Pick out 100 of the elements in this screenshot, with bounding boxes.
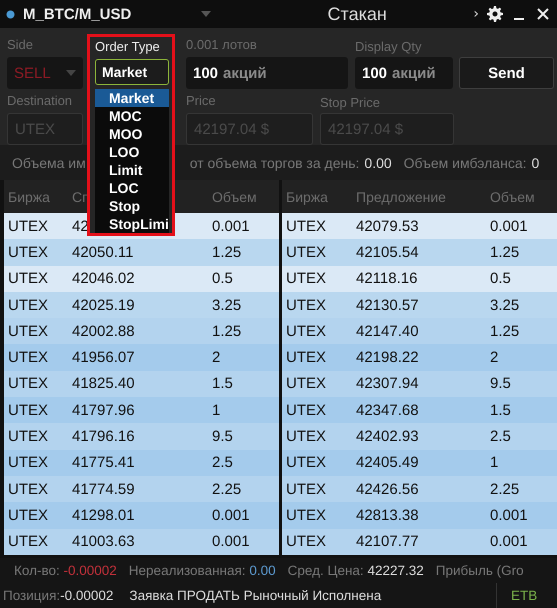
table-cell-text: UTEX — [285, 506, 326, 524]
table-cell-text: 1.5 — [489, 402, 511, 419]
table-cell-text: 0.001 — [489, 218, 528, 235]
table-cell-text: UTEX — [7, 480, 48, 498]
table-cell-text: 1.25 — [211, 322, 242, 340]
table-cell-text: UTEX — [7, 244, 48, 261]
display-qty-field[interactable]: 100 акций — [355, 57, 453, 89]
table-cell-text: UTEX — [285, 402, 326, 419]
dropdown-option[interactable]: MOC — [95, 107, 169, 125]
caret-icon — [66, 70, 76, 76]
dropdown-option[interactable]: Limit — [95, 161, 169, 179]
settings-icon[interactable] — [487, 6, 503, 22]
table-cell-text: 9.5 — [489, 375, 511, 392]
table-cell-text: 42426.56 — [355, 480, 419, 498]
table-cell-text: 41825.40 — [71, 375, 135, 392]
imbalance-value: 0 — [532, 154, 540, 170]
table-cell-text: 41774.59 — [71, 480, 135, 498]
symbol-label[interactable]: M_BTC/M_USD — [23, 6, 193, 22]
caret-icon[interactable] — [201, 11, 211, 17]
table-cell-text: UTEX — [285, 270, 326, 288]
table-cell-text: 42118.16 — [355, 270, 418, 288]
table-cell-text: 42002.88 — [71, 322, 135, 340]
dropdown-option[interactable]: Stop — [95, 197, 169, 215]
table-cell-text: UTEX — [7, 322, 48, 340]
table-cell-text: UTEX — [285, 296, 326, 314]
table-cell-text: 0.001 — [489, 506, 528, 524]
table-cell-text: 2.25 — [489, 480, 520, 498]
table-cell-text: 1 — [489, 454, 498, 472]
table-cell-text: UTEX — [7, 506, 48, 524]
close-icon[interactable] — [535, 6, 551, 22]
table-cell-text: 0.001 — [489, 533, 528, 550]
table-cell-text: 41796.16 — [71, 428, 135, 446]
field-label: Order Type — [95, 38, 161, 56]
imbalance-label: Объем имбэланса: — [404, 154, 526, 170]
imbalance-text: от объема торгов за день: — [190, 154, 360, 170]
table-cell-text: 0.5 — [211, 270, 233, 288]
dropdown-option[interactable]: StopLimi — [95, 215, 169, 233]
table-cell-text: 3.25 — [489, 296, 520, 314]
table-cell-text: 42107.77 — [355, 533, 419, 550]
table-cell-text: UTEX — [7, 349, 48, 366]
field-label: Stop Price — [320, 95, 380, 110]
field-label: Price — [186, 93, 216, 108]
table-cell-text: 41775.41 — [71, 454, 135, 472]
imbalance-value: 0.00 — [364, 154, 392, 170]
table-cell-text: UTEX — [7, 218, 48, 235]
table-cell-text: UTEX — [285, 322, 326, 340]
table-cell-text: 42307.94 — [355, 375, 419, 392]
table-cell-text: 0.5 — [489, 270, 511, 288]
table-cell-text: 41298.01 — [71, 506, 135, 524]
table-cell-text: UTEX — [7, 428, 48, 446]
table-cell-text: UTEX — [7, 454, 48, 472]
table-cell-text: 2.5 — [489, 428, 511, 446]
status-dot-icon — [6, 10, 15, 18]
table-cell-text: UTEX — [285, 375, 326, 392]
field-label: Destination — [7, 93, 72, 108]
position-label: Позиция:-0.00002 — [2, 588, 114, 603]
quantity-field[interactable]: 100 акций — [186, 57, 348, 89]
dropdown-option[interactable]: LOC — [95, 179, 169, 197]
table-cell-text: 42347.68 — [355, 402, 419, 419]
dropdown-option[interactable]: Market — [95, 89, 169, 107]
table-cell-text: 0.001 — [211, 506, 250, 524]
field-label: 0.001 лотов — [186, 37, 257, 52]
stat-label: Прибыль (Gro — [436, 563, 524, 578]
window-title: Стакан — [326, 4, 388, 24]
status-message: Заявка ПРОДАТЬ Рыночный Исполнена — [128, 588, 382, 603]
order-type-select[interactable]: Market — [95, 59, 169, 85]
table-cell-text: UTEX — [285, 533, 326, 550]
table-cell-text: 2.25 — [211, 480, 242, 498]
table-cell-text: 1.25 — [211, 244, 242, 261]
table-cell-text: 42813.38 — [355, 506, 419, 524]
overflow-glyph[interactable]: › — [473, 6, 479, 22]
table-cell-text: 42105.54 — [355, 244, 419, 261]
table-cell-text: 42198.22 — [355, 349, 419, 366]
table-cell-text: 2 — [489, 349, 498, 366]
table-cell-text: UTEX — [285, 218, 326, 235]
stat-label: Нереализованная: 0.00 — [128, 563, 276, 578]
field-label: Side — [7, 37, 34, 52]
table-cell-text: 41003.63 — [71, 533, 135, 550]
table-cell-text: 42025.19 — [71, 296, 135, 314]
table-cell-text: 41956.07 — [71, 349, 135, 366]
table-cell-text: 42405.49 — [355, 454, 419, 472]
dropdown-option[interactable]: LOO — [95, 143, 169, 161]
table-cell-text: 2.5 — [211, 454, 233, 472]
table-cell-text: 42050.11 — [71, 244, 134, 261]
table-cell-text: 41797.96 — [71, 402, 135, 419]
table-cell-text: UTEX — [285, 428, 326, 446]
dropdown-option[interactable]: MOO — [95, 125, 169, 143]
stat-label: Кол-во: -0.00002 — [14, 563, 117, 578]
send-button[interactable]: Send — [459, 57, 554, 89]
table-cell-text: 2 — [211, 349, 220, 366]
table-cell-text: UTEX — [285, 454, 326, 472]
table-cell-text: 1.25 — [489, 244, 520, 261]
table-cell-text: 1.25 — [489, 322, 520, 340]
table-cell-text: UTEX — [7, 296, 48, 314]
stat-label: Сред. Цена: 42227.32 — [288, 563, 424, 578]
imbalance-text: Объема им — [12, 154, 86, 170]
table-cell-text: 0.001 — [211, 533, 250, 550]
table-cell-text: UTEX — [7, 533, 48, 550]
table-cell-text: 1.5 — [211, 375, 233, 392]
account-label: ETB — [496, 583, 557, 608]
